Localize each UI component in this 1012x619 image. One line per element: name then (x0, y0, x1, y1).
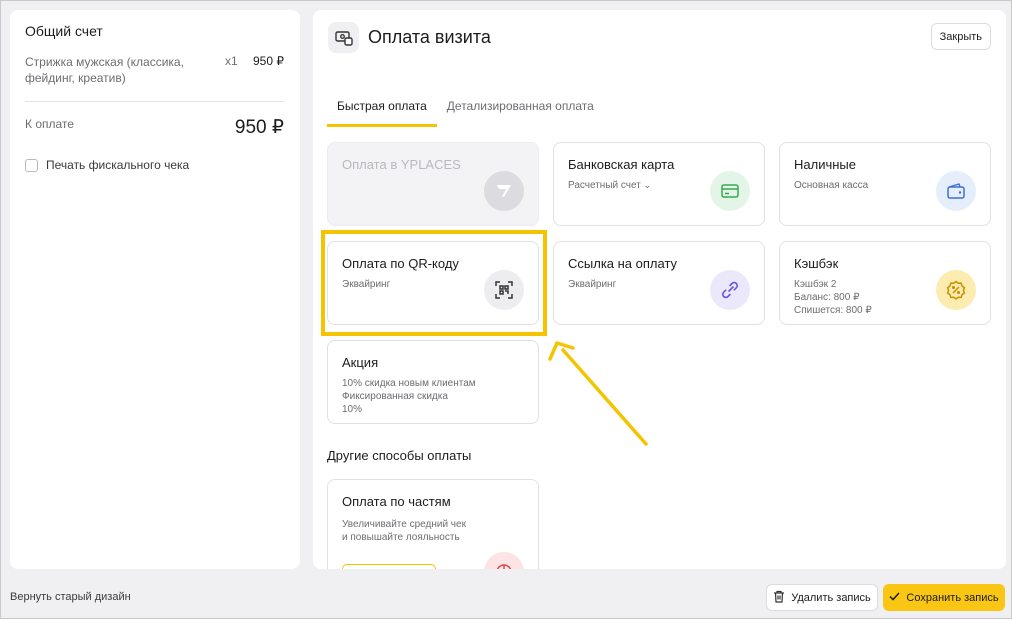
method-payment-link[interactable]: Ссылка на оплату Эквайринг (553, 241, 765, 325)
link-icon (710, 270, 750, 310)
delete-record-label: Удалить запись (791, 591, 871, 604)
service-price: 950 ₽ (253, 54, 284, 68)
close-button[interactable]: Закрыть (930, 23, 991, 50)
method-subtitle: Основная касса (794, 180, 869, 191)
method-title: Ссылка на оплату (568, 256, 678, 271)
yplaces-logo-icon (484, 171, 524, 211)
bill-title: Общий счет (25, 23, 103, 39)
service-name: Стрижка мужская (классика, фейдинг, креа… (25, 55, 184, 85)
account-select[interactable]: Расчетный счет ⌄ (568, 179, 651, 192)
installment-line-1: Увеличивайте средний чек (342, 519, 466, 530)
cashback-balance: Баланс: 800 ₽ (794, 292, 860, 303)
cash-register-icon (328, 22, 359, 53)
trash-icon (773, 590, 785, 606)
pie-chart-icon (484, 552, 524, 569)
bill-divider (25, 101, 284, 102)
fiscal-receipt-label: Печать фискального чека (46, 158, 190, 172)
amount-due-label: К оплате (25, 117, 74, 131)
tab-detailed-payment[interactable]: Детализированная оплата (437, 99, 604, 127)
method-title: Банковская карта (568, 157, 675, 172)
fiscal-receipt-checkbox[interactable] (25, 158, 38, 172)
tab-quick-payment[interactable]: Быстрая оплата (327, 99, 437, 127)
other-methods-title: Другие способы оплаты (327, 448, 472, 463)
method-subtitle: Расчетный счет (568, 180, 641, 191)
amount-due-value: 950 ₽ (234, 117, 284, 138)
method-title: Наличные (794, 157, 856, 172)
cashback-details: Кэшбэк 2 Баланс: 800 ₽ Спишется: 800 ₽ (794, 278, 872, 317)
payment-tabs: Быстрая оплата Детализированная оплата (327, 99, 604, 127)
chevron-down-icon: ⌄ (643, 180, 652, 190)
method-bank-card[interactable]: Банковская карта Расчетный счет ⌄ (553, 142, 765, 226)
check-icon (889, 591, 900, 604)
bill-panel: Общий счет Стрижка мужская (классика, фе… (10, 10, 300, 569)
installment-details: Увеличивайте средний чек и повышайте лоя… (342, 518, 466, 544)
restore-old-design-link[interactable]: Вернуть старый дизайн (10, 591, 131, 603)
promotion-details: 10% скидка новым клиентам Фиксированная … (342, 377, 476, 416)
qr-highlight-box (321, 230, 547, 336)
promotion-value: 10% (342, 404, 363, 415)
method-title: Кэшбэк (794, 256, 839, 271)
installment-line-2: и повышайте лояльность (342, 532, 460, 543)
promotion-name: 10% скидка новым клиентам (342, 378, 476, 389)
delete-record-button[interactable]: Удалить запись (766, 584, 878, 611)
wallet-icon (936, 171, 976, 211)
method-title: Акция (342, 355, 379, 370)
bank-card-icon (710, 171, 750, 211)
method-cash[interactable]: Наличные Основная касса (779, 142, 991, 226)
method-promotion[interactable]: Акция 10% скидка новым клиентам Фиксиров… (327, 340, 539, 424)
method-installment[interactable]: Оплата по частям Увеличивайте средний че… (327, 479, 539, 569)
payment-title: Оплата визита (368, 27, 491, 47)
method-title: Оплата в YPLACES (342, 157, 461, 172)
cashback-badge-icon (936, 270, 976, 310)
cashback-name: Кэшбэк 2 (794, 279, 837, 290)
service-quantity: x1 (225, 54, 238, 68)
method-yplaces: Оплата в YPLACES (327, 142, 539, 226)
cashback-deduction: Спишется: 800 ₽ (794, 305, 872, 316)
save-record-label: Сохранить запись (906, 591, 999, 604)
method-title: Оплата по частям (342, 494, 451, 509)
method-subtitle: Эквайринг (568, 279, 617, 290)
save-record-button[interactable]: Сохранить запись (883, 584, 1005, 611)
promotion-type: Фиксированная скидка (342, 391, 448, 402)
fiscal-receipt-option[interactable]: Печать фискального чека (25, 158, 189, 172)
method-cashback[interactable]: Кэшбэк Кэшбэк 2 Баланс: 800 ₽ Спишется: … (779, 241, 991, 325)
installment-action-button[interactable] (342, 564, 436, 569)
